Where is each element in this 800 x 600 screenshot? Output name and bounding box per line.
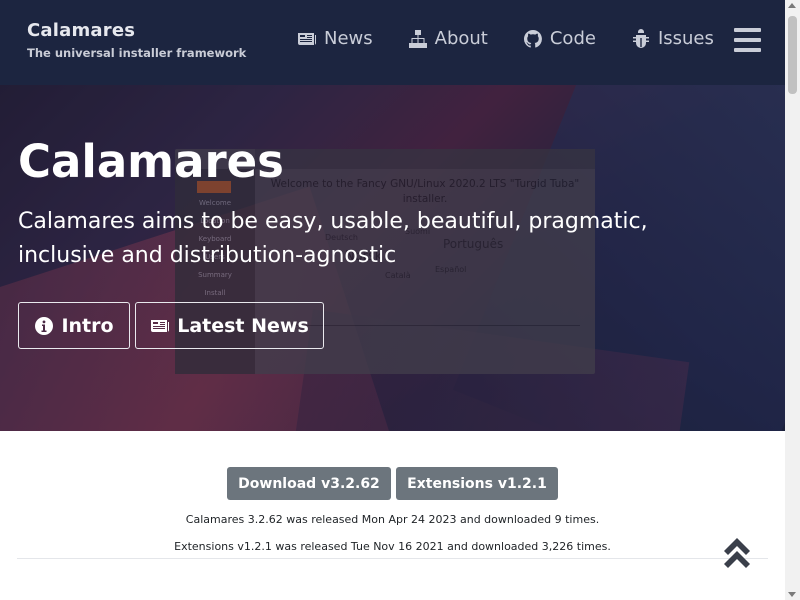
download-calamares-button[interactable]: Download v3.2.62: [227, 467, 391, 500]
nav-issues-label: Issues: [657, 28, 714, 49]
latest-news-button[interactable]: Latest News: [135, 302, 324, 349]
download-extensions-button[interactable]: Extensions v1.2.1: [396, 467, 558, 500]
calamares-release-info: Calamares 3.2.62 was released Mon Apr 24…: [185, 513, 600, 526]
nav-code-label: Code: [549, 28, 596, 49]
intro-button[interactable]: Intro: [18, 302, 130, 349]
hamburger-bar: [734, 38, 761, 42]
bug-icon: [631, 28, 651, 49]
hero-banner: Welcome Location Keyboard Users Summary …: [0, 85, 785, 431]
scrollbar-thumb[interactable]: [788, 16, 797, 94]
back-to-top-button[interactable]: [722, 536, 752, 568]
sitemap-icon: [408, 29, 428, 49]
github-icon: [523, 29, 543, 49]
nav-about[interactable]: About: [408, 28, 488, 49]
double-chevron-up-icon: [724, 538, 750, 568]
hamburger-bar: [734, 48, 761, 52]
nav-code[interactable]: Code: [523, 28, 596, 49]
page-scrollbar[interactable]: [785, 0, 800, 600]
info-circle-icon: [34, 316, 54, 336]
extensions-release-info: Extensions v1.2.1 was released Tue Nov 1…: [174, 540, 611, 553]
scroll-down-arrow[interactable]: [788, 592, 796, 597]
brand-subtitle: The universal installer framework: [27, 46, 247, 60]
hamburger-bar: [734, 28, 761, 32]
nav-news-label: News: [324, 28, 373, 49]
section-divider: [17, 558, 768, 559]
site-header: Calamares The universal installer framew…: [0, 0, 785, 85]
nav-about-label: About: [434, 28, 488, 49]
nav-news[interactable]: News: [297, 28, 373, 49]
hero-title: Calamares: [18, 135, 284, 188]
intro-button-label: Intro: [61, 314, 114, 337]
brand[interactable]: Calamares The universal installer framew…: [27, 20, 246, 60]
nav-issues[interactable]: Issues: [631, 28, 714, 49]
hero-subtitle: Calamares aims to be easy, usable, beaut…: [18, 209, 648, 268]
newspaper-icon: [297, 29, 317, 49]
menu-toggle-button[interactable]: [734, 28, 761, 52]
brand-title[interactable]: Calamares: [27, 20, 246, 41]
latest-news-button-label: Latest News: [177, 314, 309, 337]
newspaper-icon: [150, 316, 170, 336]
scroll-up-arrow[interactable]: [788, 3, 796, 8]
main-nav: News About Code Issues: [297, 28, 749, 49]
